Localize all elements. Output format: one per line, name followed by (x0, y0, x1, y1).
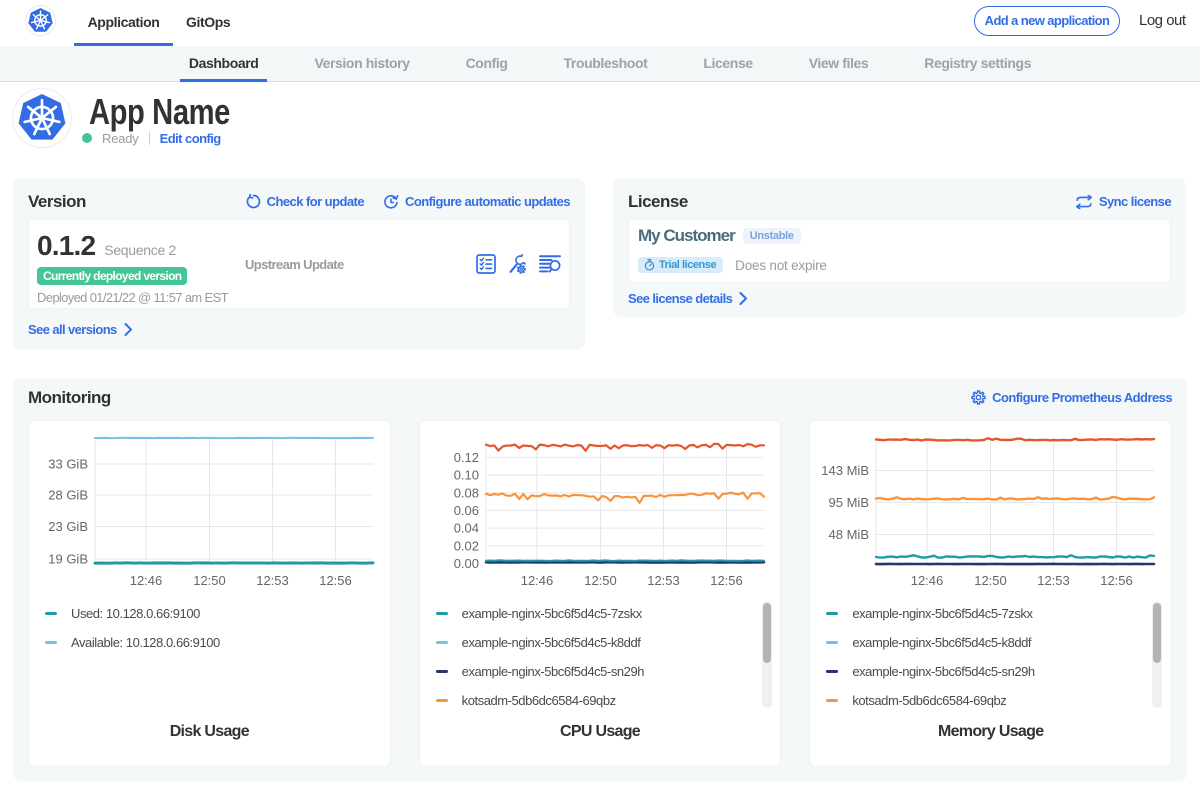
svg-text:48 MiB: 48 MiB (829, 527, 869, 542)
svg-text:0.10: 0.10 (453, 468, 478, 483)
svg-text:12:46: 12:46 (911, 573, 944, 588)
svg-text:28 GiB: 28 GiB (48, 488, 88, 503)
svg-text:0.06: 0.06 (453, 503, 478, 518)
svg-text:12:50: 12:50 (193, 573, 226, 588)
svg-text:12:56: 12:56 (710, 573, 743, 588)
svg-text:19 GiB: 19 GiB (48, 552, 88, 567)
svg-text:12:50: 12:50 (975, 573, 1008, 588)
svg-text:12:53: 12:53 (1038, 573, 1071, 588)
svg-text:0.00: 0.00 (453, 556, 478, 571)
svg-text:23 GiB: 23 GiB (48, 519, 88, 534)
svg-text:12:53: 12:53 (647, 573, 680, 588)
svg-text:0.08: 0.08 (453, 485, 478, 500)
svg-text:95 MiB: 95 MiB (829, 495, 869, 510)
svg-text:0.02: 0.02 (453, 538, 478, 553)
svg-text:12:46: 12:46 (520, 573, 553, 588)
svg-text:12:46: 12:46 (130, 573, 163, 588)
svg-text:0.04: 0.04 (453, 521, 478, 536)
svg-text:12:56: 12:56 (319, 573, 352, 588)
svg-text:12:50: 12:50 (584, 573, 617, 588)
svg-text:143 MiB: 143 MiB (822, 463, 870, 478)
svg-text:12:53: 12:53 (256, 573, 289, 588)
svg-text:33 GiB: 33 GiB (48, 457, 88, 472)
svg-text:0.12: 0.12 (453, 450, 478, 465)
svg-text:12:56: 12:56 (1101, 573, 1134, 588)
